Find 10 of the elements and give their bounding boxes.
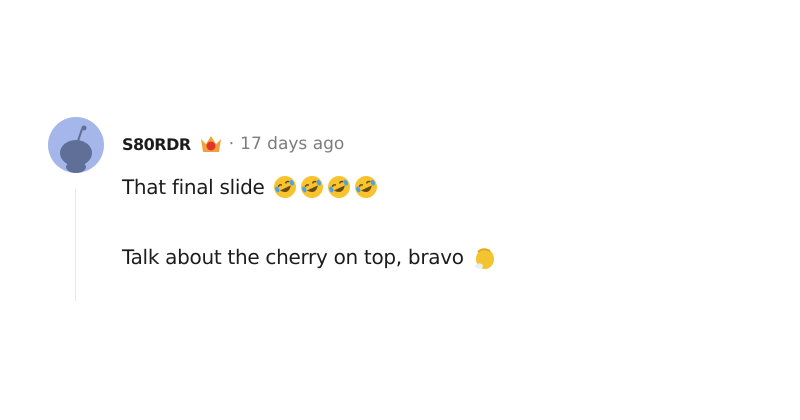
username-link[interactable]: S80RDR <box>122 134 191 154</box>
laughing-face-icon <box>300 175 324 199</box>
separator-dot: · <box>228 134 234 154</box>
comment-text: Talk about the cherry on top, bravo <box>122 245 464 269</box>
avatar-icon[interactable] <box>48 117 104 173</box>
timestamp: 17 days ago <box>240 134 344 154</box>
comment-text: That final slide <box>122 175 265 199</box>
laughing-face-icon <box>272 175 297 199</box>
laughing-face-icon <box>354 175 378 199</box>
laughing-face-icon <box>326 175 351 199</box>
